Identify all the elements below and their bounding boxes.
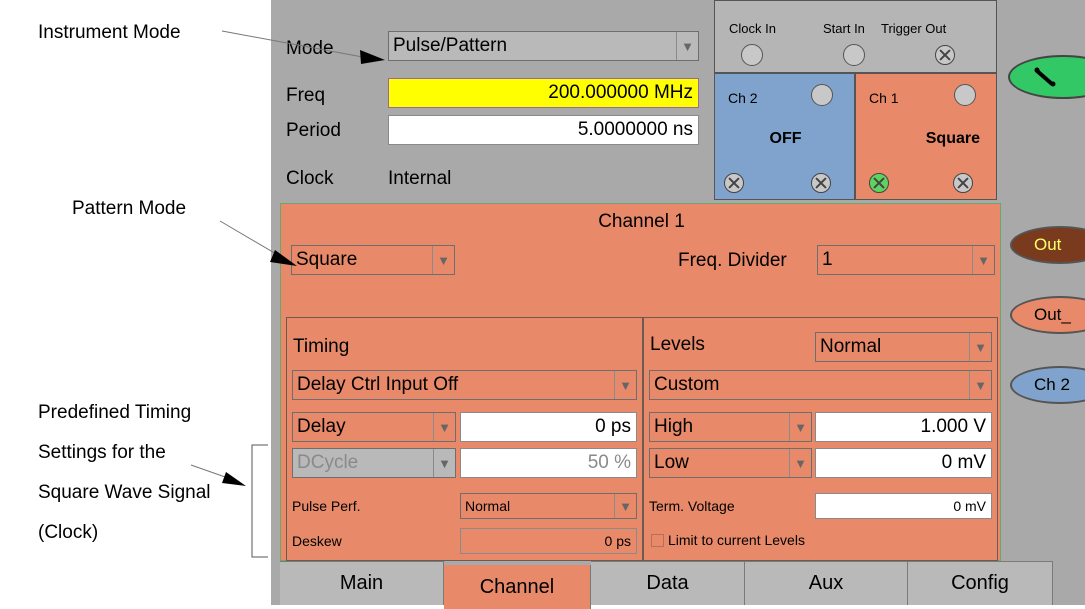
callout-leaders — [190, 30, 385, 558]
